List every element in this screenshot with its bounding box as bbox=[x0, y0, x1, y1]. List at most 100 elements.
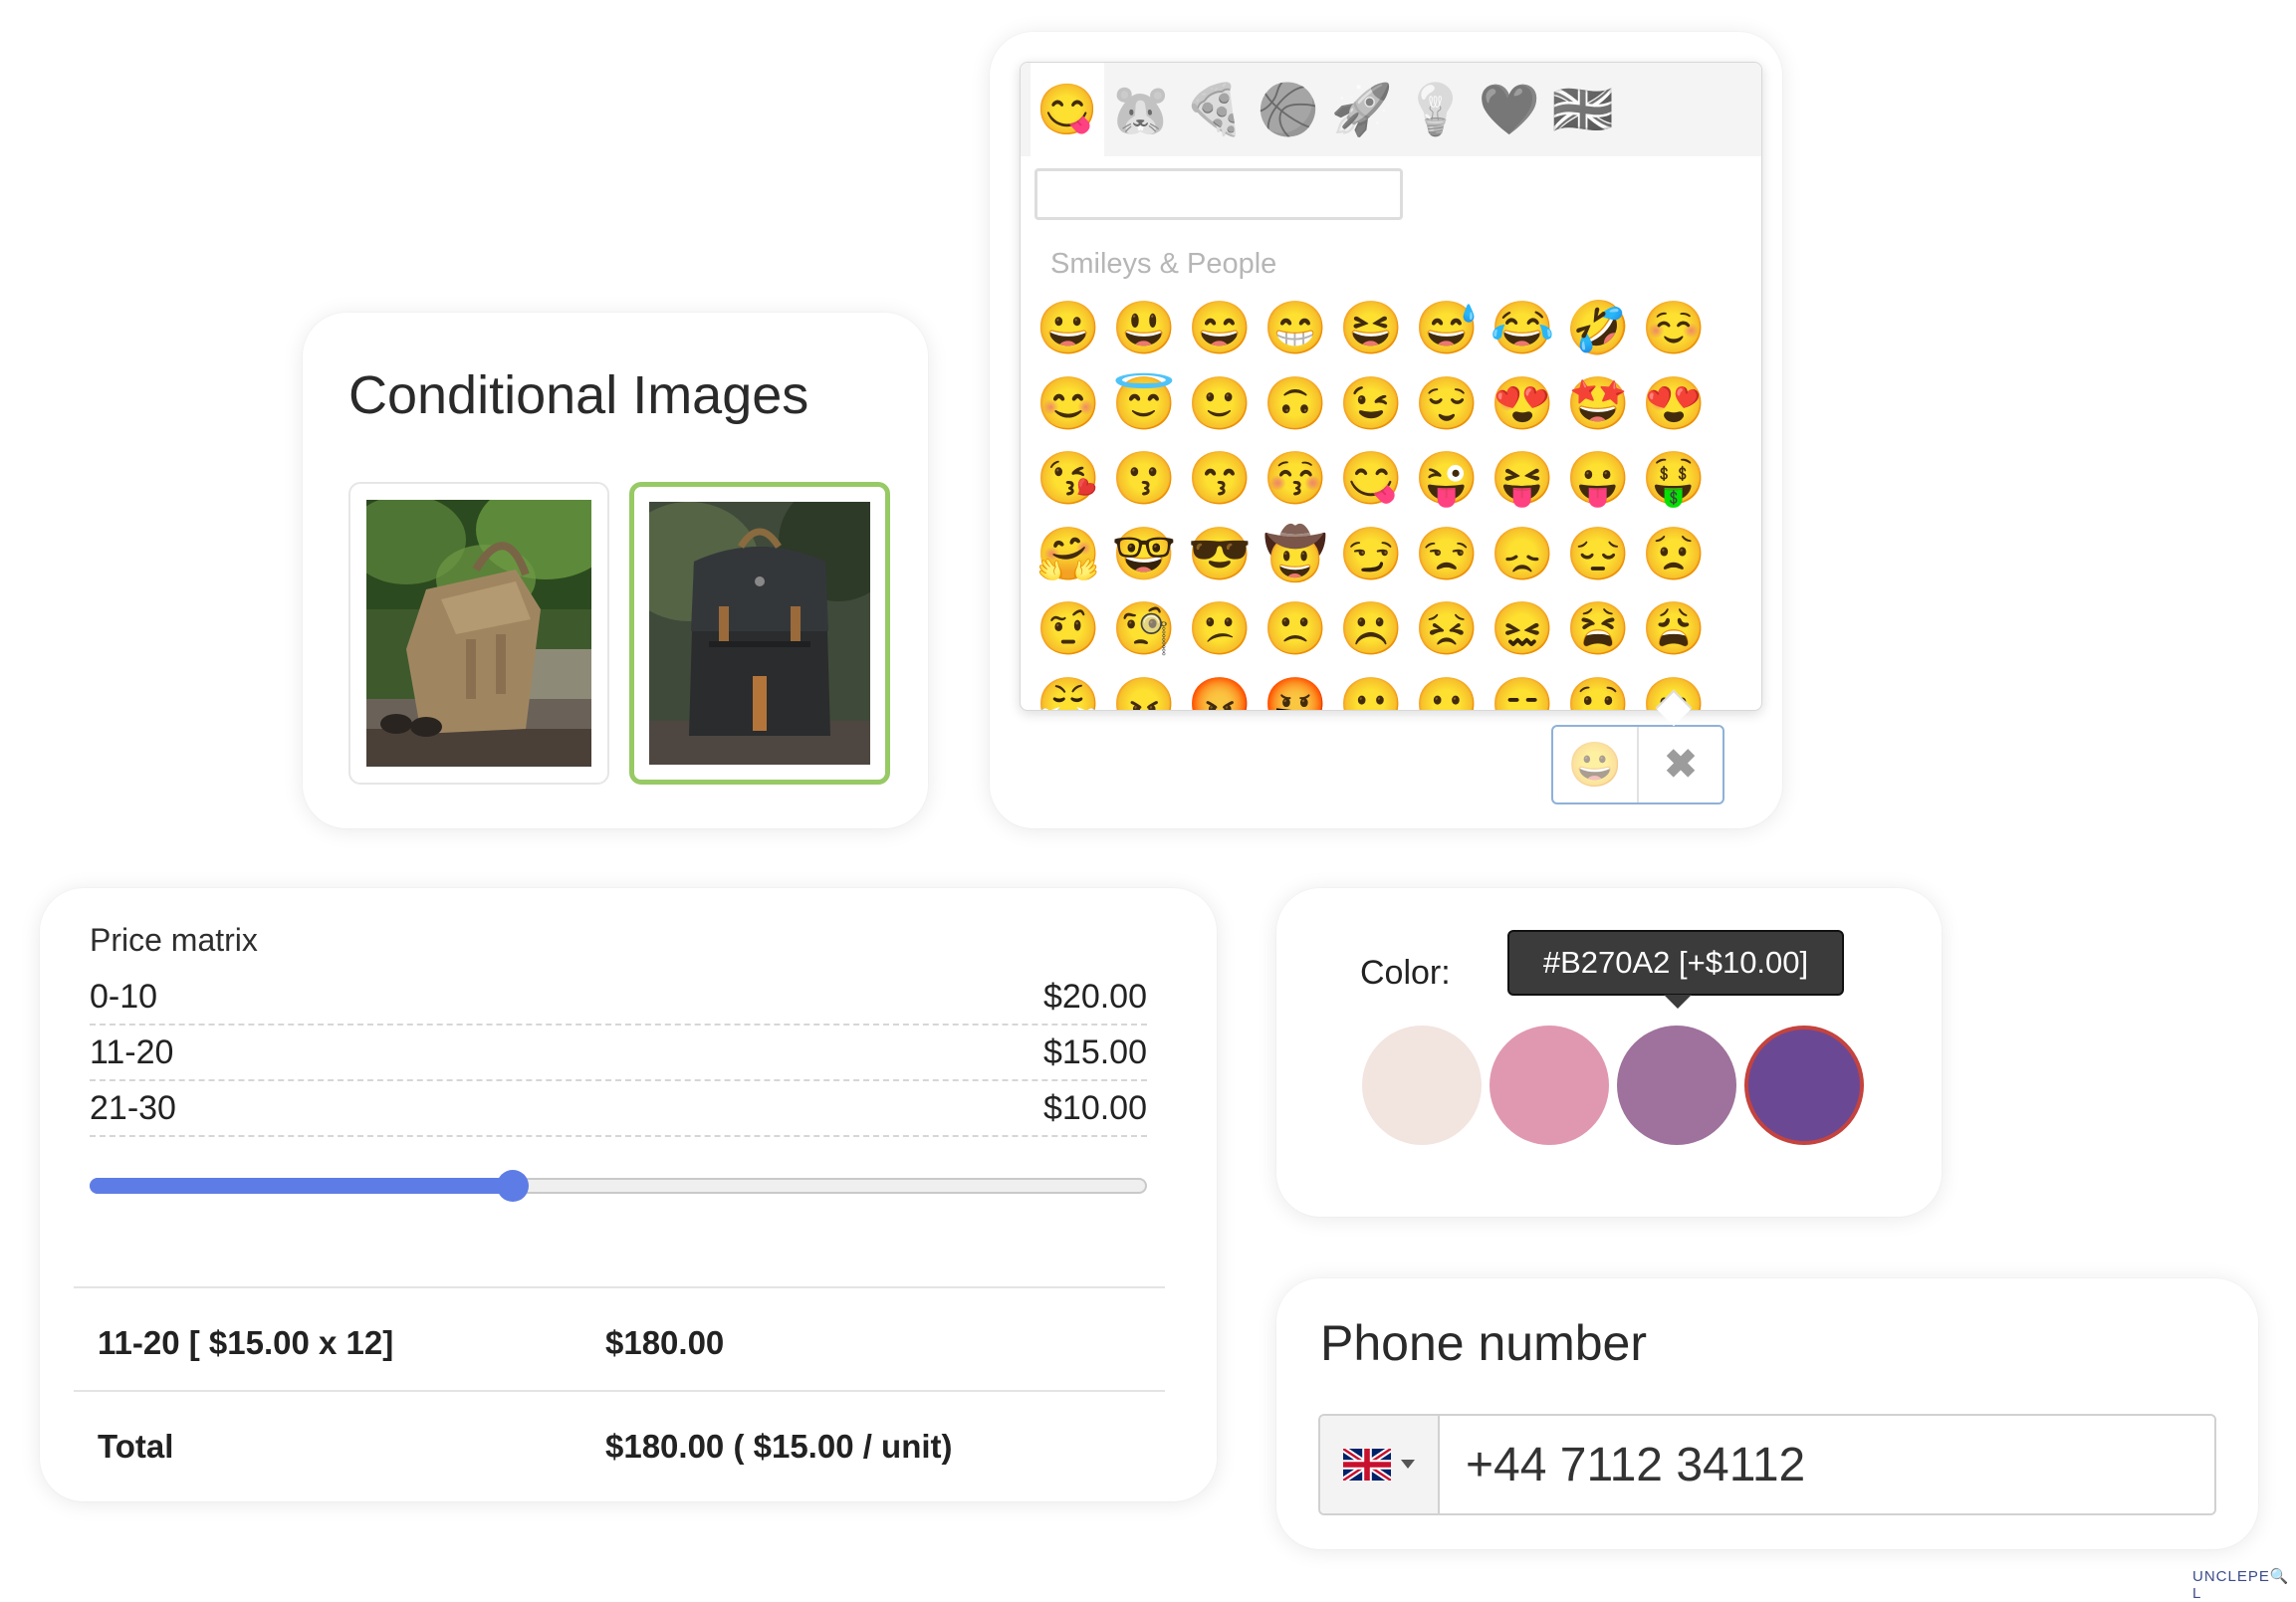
black-backpack-photo bbox=[649, 502, 870, 765]
line-label: 11-20 [ $15.00 x 12] bbox=[98, 1324, 394, 1361]
color-swatch[interactable] bbox=[1362, 1026, 1482, 1145]
color-swatch[interactable] bbox=[1490, 1026, 1609, 1145]
emoji-option[interactable]: 🙁 bbox=[1258, 592, 1333, 668]
emoji-option[interactable]: 😍 bbox=[1485, 367, 1560, 443]
price-tier-row: 0-10 $20.00 bbox=[90, 970, 1147, 1026]
price-tier-row: 11-20 $15.00 bbox=[90, 1026, 1147, 1081]
emoji-option[interactable]: 😟 bbox=[1636, 518, 1712, 593]
emoji-option[interactable]: 😍 bbox=[1636, 367, 1712, 443]
emoji-option[interactable]: 😛 bbox=[1560, 442, 1636, 518]
tier-range: 11-20 bbox=[90, 1032, 174, 1071]
grinning-face-icon: 😀 bbox=[1567, 741, 1623, 790]
emoji-option[interactable]: 😩 bbox=[1636, 592, 1712, 668]
emoji-option[interactable]: 😁 bbox=[1258, 292, 1333, 367]
emoji-option[interactable]: 😶 bbox=[1333, 668, 1409, 710]
emoji-picker-popup: 😋 🐹 🍕 🏀 🚀 💡 🖤 🇬🇧 Smileys & People 😀 😃 😄 😁 😆 😅… bbox=[1020, 62, 1762, 711]
color-swatch[interactable] bbox=[1744, 1026, 1864, 1145]
emoji-grid: 😀 😃 😄 😁 😆 😅 😂 🤣 ☺️ 😊 😇 🙂 🙃 😉 😌 😍 🤩 😍 😘 😗 😙 😚 😋 😜 😝 😛 🤑 🤗 🤓 😎 🤠 😏 😒 😞 😔 😟 🤨 🧐 😕… bbox=[1031, 292, 1727, 710]
emoji-option[interactable]: 🤓 bbox=[1106, 518, 1182, 593]
tab-food-icon[interactable]: 🍕 bbox=[1178, 63, 1252, 156]
tan-backpack-photo bbox=[366, 500, 591, 767]
emoji-option[interactable]: 😕 bbox=[1182, 592, 1258, 668]
emoji-option[interactable]: 😅 bbox=[1409, 292, 1485, 367]
tab-objects-icon[interactable]: 💡 bbox=[1399, 63, 1473, 156]
emoji-toggle-button[interactable]: 😀 bbox=[1553, 727, 1637, 802]
emoji-option[interactable]: 😀 bbox=[1031, 292, 1106, 367]
color-tooltip: #B270A2 [+$10.00] bbox=[1507, 930, 1844, 996]
emoji-option[interactable]: 😗 bbox=[1106, 442, 1182, 518]
emoji-option[interactable]: 😡 bbox=[1182, 668, 1258, 710]
emoji-option[interactable]: 😌 bbox=[1409, 367, 1485, 443]
price-total-summary: Total $180.00 ( $15.00 / unit) bbox=[74, 1390, 1165, 1493]
emoji-option[interactable]: 🤨 bbox=[1031, 592, 1106, 668]
phone-number-title: Phone number bbox=[1320, 1315, 1648, 1371]
price-matrix-card: Price matrix 0-10 $20.00 11-20 $15.00 21… bbox=[40, 888, 1217, 1501]
emoji-option[interactable]: 😙 bbox=[1182, 442, 1258, 518]
emoji-option[interactable]: 😤 bbox=[1031, 668, 1106, 710]
emoji-option[interactable]: 🤗 bbox=[1031, 518, 1106, 593]
emoji-option[interactable]: 🤩 bbox=[1560, 367, 1636, 443]
color-swatch[interactable] bbox=[1617, 1026, 1736, 1145]
emoji-option[interactable]: 🙂 bbox=[1182, 367, 1258, 443]
emoji-option[interactable]: 🤠 bbox=[1258, 518, 1333, 593]
emoji-option[interactable]: 😠 bbox=[1106, 668, 1182, 710]
emoji-clear-button[interactable]: ✖ bbox=[1637, 727, 1722, 802]
emoji-option[interactable]: 😎 bbox=[1182, 518, 1258, 593]
total-label: Total bbox=[98, 1428, 174, 1465]
chevron-down-icon bbox=[1401, 1460, 1415, 1469]
emoji-category-tabs: 😋 🐹 🍕 🏀 🚀 💡 🖤 🇬🇧 bbox=[1021, 63, 1761, 156]
tab-travel-icon[interactable]: 🚀 bbox=[1325, 63, 1399, 156]
emoji-option[interactable]: 🧐 bbox=[1106, 592, 1182, 668]
quantity-slider[interactable] bbox=[90, 1170, 1147, 1202]
emoji-option[interactable]: 😯 bbox=[1560, 668, 1636, 710]
emoji-trigger: 😀 ✖ bbox=[1551, 725, 1724, 804]
close-icon: ✖ bbox=[1664, 743, 1698, 787]
phone-input[interactable] bbox=[1440, 1416, 2214, 1513]
price-tier-row: 21-30 $10.00 bbox=[90, 1081, 1147, 1137]
emoji-option[interactable]: 😋 bbox=[1333, 442, 1409, 518]
tier-price: $10.00 bbox=[1043, 1088, 1147, 1127]
emoji-option[interactable]: ☺️ bbox=[1636, 292, 1712, 367]
emoji-option[interactable]: 😃 bbox=[1106, 292, 1182, 367]
tab-smileys-icon[interactable]: 😋 bbox=[1031, 63, 1104, 156]
total-value: $180.00 ( $15.00 / unit) bbox=[605, 1428, 953, 1465]
tier-range: 0-10 bbox=[90, 977, 158, 1016]
emoji-option[interactable]: 😞 bbox=[1485, 518, 1560, 593]
country-selector[interactable] bbox=[1320, 1416, 1440, 1513]
emoji-option[interactable]: 😐 bbox=[1409, 668, 1485, 710]
emoji-option[interactable]: 😏 bbox=[1333, 518, 1409, 593]
emoji-option[interactable]: 😝 bbox=[1485, 442, 1560, 518]
emoji-option[interactable]: 😖 bbox=[1485, 592, 1560, 668]
emoji-option[interactable]: 🤣 bbox=[1560, 292, 1636, 367]
emoji-option[interactable]: 😂 bbox=[1485, 292, 1560, 367]
emoji-option[interactable]: 😫 bbox=[1560, 592, 1636, 668]
emoji-option[interactable]: 🤑 bbox=[1636, 442, 1712, 518]
phone-number-card: Phone number bbox=[1276, 1278, 2258, 1549]
image-option-black-backpack[interactable] bbox=[629, 482, 890, 785]
tab-activity-icon[interactable]: 🏀 bbox=[1252, 63, 1325, 156]
price-matrix-title: Price matrix bbox=[90, 922, 258, 958]
emoji-option[interactable]: 😇 bbox=[1106, 367, 1182, 443]
image-option-tan-backpack[interactable] bbox=[348, 482, 609, 785]
emoji-option[interactable]: 😒 bbox=[1409, 518, 1485, 593]
emoji-option[interactable]: 😑 bbox=[1485, 668, 1560, 710]
emoji-option[interactable]: 😄 bbox=[1182, 292, 1258, 367]
emoji-option[interactable]: 🙃 bbox=[1258, 367, 1333, 443]
emoji-option[interactable]: 😉 bbox=[1333, 367, 1409, 443]
emoji-option[interactable]: 😜 bbox=[1409, 442, 1485, 518]
emoji-option[interactable]: 😊 bbox=[1031, 367, 1106, 443]
emoji-option[interactable]: 😔 bbox=[1560, 518, 1636, 593]
tab-flags-icon[interactable]: 🇬🇧 bbox=[1546, 63, 1620, 156]
emoji-option[interactable]: ☹️ bbox=[1333, 592, 1409, 668]
tab-animals-icon[interactable]: 🐹 bbox=[1104, 63, 1178, 156]
slider-fill bbox=[90, 1178, 513, 1194]
emoji-option[interactable]: 😆 bbox=[1333, 292, 1409, 367]
tier-price: $20.00 bbox=[1043, 977, 1147, 1016]
emoji-option[interactable]: 😘 bbox=[1031, 442, 1106, 518]
emoji-option[interactable]: 😚 bbox=[1258, 442, 1333, 518]
emoji-option[interactable]: 🤬 bbox=[1258, 668, 1333, 710]
tab-symbols-icon[interactable]: 🖤 bbox=[1473, 63, 1546, 156]
slider-handle[interactable] bbox=[496, 1170, 529, 1202]
emoji-search-input[interactable] bbox=[1034, 168, 1403, 220]
emoji-option[interactable]: 😣 bbox=[1409, 592, 1485, 668]
